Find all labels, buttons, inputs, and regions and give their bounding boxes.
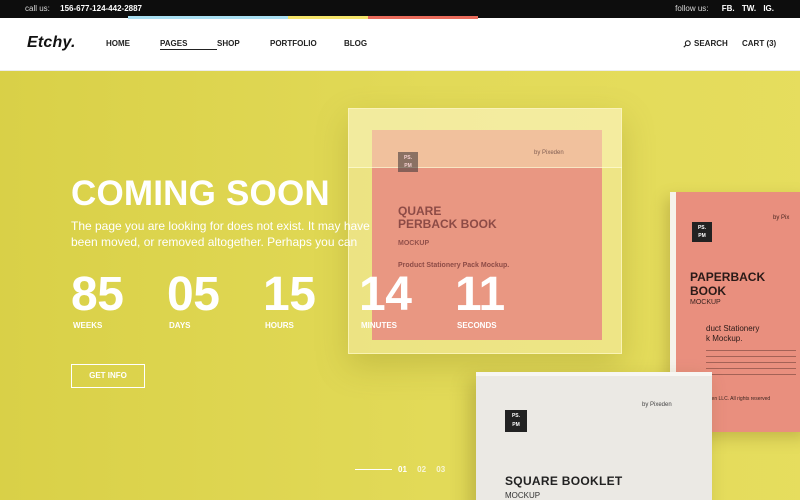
countdown-unit: MINUTES <box>361 321 397 330</box>
nav-shop[interactable]: SHOP <box>217 39 270 50</box>
countdown-seconds: 11 SECONDS <box>455 268 505 330</box>
countdown-value: 15 <box>263 268 316 321</box>
countdown-weeks: 85 WEEKS <box>71 268 124 330</box>
nav-pages[interactable]: PAGES <box>160 39 217 50</box>
red-book-credit: by Pix <box>773 215 790 221</box>
get-info-button[interactable]: GET INFO <box>71 364 145 388</box>
countdown-minutes: 14 MINUTES <box>359 268 412 330</box>
red-book-title: PAPERBACK BOOK <box>690 270 766 298</box>
red-book-desc: duct Stationery k Mockup. <box>706 324 760 343</box>
pink-book-title: QUARE PERBACK BOOK <box>398 204 497 231</box>
envelope-flap <box>348 108 622 168</box>
search-button[interactable]: SEARCH <box>683 39 728 48</box>
social-links: follow us: FB. TW. IG. <box>675 4 774 13</box>
page-title: COMING SOON <box>71 174 330 213</box>
countdown-days: 05 DAYS <box>167 268 220 330</box>
slide-1-button[interactable]: 01 <box>398 465 407 474</box>
white-book-credit: by Pixeden <box>642 402 672 408</box>
white-book-logo: PS. PM <box>505 410 527 432</box>
countdown-hours: 15 HOURS <box>263 268 316 330</box>
slide-2-button[interactable]: 02 <box>417 465 426 474</box>
red-book-text-lines <box>706 350 796 380</box>
cart-button[interactable]: CART (3) <box>742 39 776 48</box>
twitter-link[interactable]: TW. <box>742 4 756 13</box>
search-label: SEARCH <box>694 39 728 48</box>
nav-portfolio[interactable]: PORTFOLIO <box>270 39 344 50</box>
hero-description: The page you are looking for does not ex… <box>71 219 370 249</box>
slide-3-button[interactable]: 03 <box>436 465 445 474</box>
main-nav: HOME PAGES SHOP PORTFOLIO BLOG <box>106 39 384 50</box>
countdown-unit: WEEKS <box>73 321 103 330</box>
site-logo[interactable]: Etchy. <box>27 34 76 52</box>
follow-label: follow us: <box>675 4 709 13</box>
white-book-title: SQUARE BOOKLET <box>505 474 623 488</box>
red-book-copyright: eden LLC. All rights reserved <box>706 396 771 402</box>
call-label: call us: <box>25 4 50 13</box>
search-icon <box>683 39 691 48</box>
countdown-value: 05 <box>167 268 220 321</box>
pink-book-logo: PS. PM <box>398 152 418 172</box>
phone-number[interactable]: 156-677-124-442-2887 <box>60 4 142 13</box>
red-book-subtitle: MOCKUP <box>690 299 721 306</box>
countdown-unit: DAYS <box>169 321 191 330</box>
red-book-logo: PS. PM <box>692 222 712 242</box>
pink-book-subtitle: MOCKUP <box>398 240 430 247</box>
white-book-subtitle: MOCKUP <box>505 491 541 500</box>
main-header: Etchy. HOME PAGES SHOP PORTFOLIO BLOG SE… <box>0 19 800 71</box>
nav-home[interactable]: HOME <box>106 39 160 50</box>
slider-pagination: 01 02 03 <box>398 465 453 474</box>
countdown-unit: HOURS <box>265 321 294 330</box>
contact-info: call us: 156-677-124-442-2887 <box>25 4 142 13</box>
nav-blog[interactable]: BLOG <box>344 39 384 50</box>
pink-book-credit: by Pixeden <box>534 150 564 156</box>
countdown-unit: SECONDS <box>457 321 497 330</box>
slider-progress-line <box>355 469 392 470</box>
instagram-link[interactable]: IG. <box>763 4 774 13</box>
countdown-value: 85 <box>71 268 124 321</box>
facebook-link[interactable]: FB. <box>722 4 735 13</box>
countdown-value: 14 <box>359 268 412 321</box>
countdown-value: 11 <box>455 268 505 321</box>
